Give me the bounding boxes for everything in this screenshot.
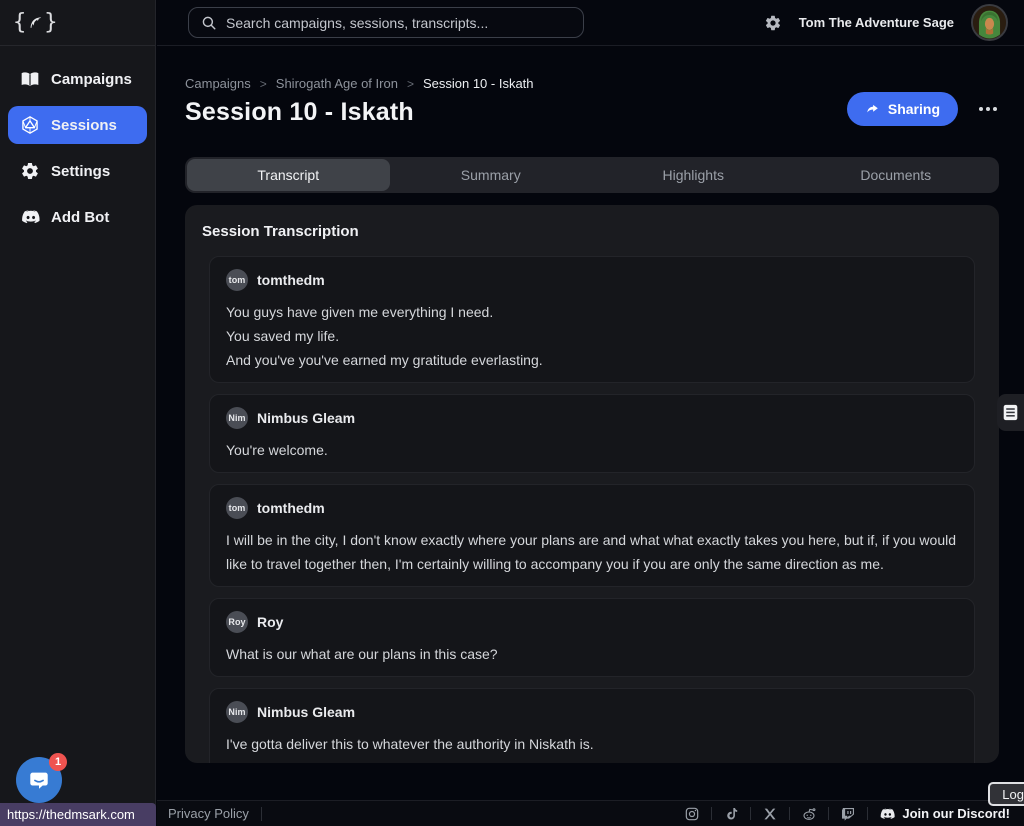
message-list: tom tomthedm You guys have given me ever… [209,256,975,763]
message-line: And you've you've earned my gratitude ev… [226,348,958,372]
message-line: The amulet? [226,756,958,763]
d20-die-icon [20,115,40,135]
header-right: Tom The Adventure Sage [764,4,1008,41]
more-options-button[interactable] [977,101,999,117]
breadcrumb: Campaigns > Shirogath Age of Iron > Sess… [185,76,999,91]
speaker-avatar: Nim [226,701,248,723]
privacy-policy-link[interactable]: Privacy Policy [168,806,249,821]
footer-social: Join our Discord! [684,806,1010,822]
speaker-name: Roy [257,614,283,630]
search-icon [201,15,217,31]
log-button[interactable]: Log [988,782,1024,806]
sidebar-item-add-bot[interactable]: Add Bot [8,198,147,236]
sharing-button-label: Sharing [888,101,940,117]
sidebar-item-settings[interactable]: Settings [8,152,147,190]
transcription-card: Session Transcription tom tomthedm You g… [185,205,999,763]
tab-highlights[interactable]: Highlights [592,159,795,191]
avatar-image [973,6,1006,39]
card-heading: Session Transcription [201,223,983,240]
search-box[interactable] [188,7,584,38]
title-row: Session 10 - Iskath Sharing [185,98,999,127]
tab-summary[interactable]: Summary [390,159,593,191]
tiktok-icon[interactable] [723,806,739,822]
share-arrow-icon [865,102,880,117]
page-title: Session 10 - Iskath [185,98,414,127]
user-name: Tom The Adventure Sage [799,15,954,30]
top-header: Tom The Adventure Sage [157,0,1024,46]
transcript-message: Roy Roy What is our what are our plans i… [209,598,975,677]
speaker-name: tomthedm [257,272,325,288]
transcript-message: Nim Nimbus Gleam You're welcome. [209,394,975,473]
gear-icon[interactable] [764,14,782,32]
sidebar-item-campaigns[interactable]: Campaigns [8,60,147,98]
title-actions: Sharing [847,92,999,126]
transcript-message: tom tomthedm I will be in the city, I do… [209,484,975,587]
message-line: I will be in the city, I don't know exac… [226,528,958,576]
speaker-name: Nimbus Gleam [257,410,355,426]
sidebar-item-sessions[interactable]: Sessions [8,106,147,144]
sidebar: { } Campaigns Sessions [0,0,156,826]
speaker-avatar: tom [226,497,248,519]
tab-documents[interactable]: Documents [795,159,998,191]
quill-icon [26,14,44,32]
document-panel-icon [1002,403,1019,422]
transcript-message: tom tomthedm You guys have given me ever… [209,256,975,383]
speaker-name: Nimbus Gleam [257,704,355,720]
braces-quill-logo-icon: { } [13,10,58,35]
discord-icon [20,207,40,227]
document-panel-toggle[interactable] [997,394,1024,431]
breadcrumb-item-campaigns[interactable]: Campaigns [185,76,251,91]
speaker-avatar: tom [226,269,248,291]
join-discord-label: Join our Discord! [902,806,1010,821]
chat-bubble-icon [28,769,50,791]
chevron-right-icon: > [407,77,414,91]
main-content: Campaigns > Shirogath Age of Iron > Sess… [157,46,1024,800]
sidebar-item-label: Campaigns [51,71,132,88]
sidebar-item-label: Sessions [51,117,117,134]
speaker-avatar: Nim [226,407,248,429]
sharing-button[interactable]: Sharing [847,92,958,126]
tab-transcript[interactable]: Transcript [187,159,390,191]
sidebar-item-label: Settings [51,163,110,180]
chevron-right-icon: > [260,77,267,91]
twitch-icon[interactable] [840,806,856,822]
logo-area[interactable]: { } [0,0,155,46]
breadcrumb-item-current: Session 10 - Iskath [423,76,534,91]
gear-icon [20,161,40,181]
breadcrumb-item-campaign[interactable]: Shirogath Age of Iron [276,76,398,91]
browser-status-url: https://thedmsark.com [0,803,156,826]
chat-widget-button[interactable]: 1 [16,757,62,803]
reddit-icon[interactable] [801,806,817,822]
message-line: You guys have given me everything I need… [226,300,958,324]
avatar[interactable] [971,4,1008,41]
join-discord-link[interactable]: Join our Discord! [879,806,1010,822]
speaker-name: tomthedm [257,500,325,516]
message-line: I've gotta deliver this to whatever the … [226,732,958,756]
sidebar-nav: Campaigns Sessions Settings Add Bot [0,46,155,236]
footer: Privacy Policy Join our Discord! [157,800,1024,826]
x-icon[interactable] [762,806,778,822]
message-line: You're welcome. [226,438,958,462]
discord-icon [879,806,895,822]
transcript-message: Nim Nimbus Gleam I've gotta deliver this… [209,688,975,763]
speaker-avatar: Roy [226,611,248,633]
sidebar-item-label: Add Bot [51,209,109,226]
search-input[interactable] [226,15,571,31]
instagram-icon[interactable] [684,806,700,822]
message-line: You saved my life. [226,324,958,348]
notification-badge: 1 [49,753,67,771]
tab-bar: Transcript Summary Highlights Documents [185,157,999,193]
book-icon [20,69,40,89]
ellipsis-icon [979,107,983,111]
message-line: What is our what are our plans in this c… [226,642,958,666]
